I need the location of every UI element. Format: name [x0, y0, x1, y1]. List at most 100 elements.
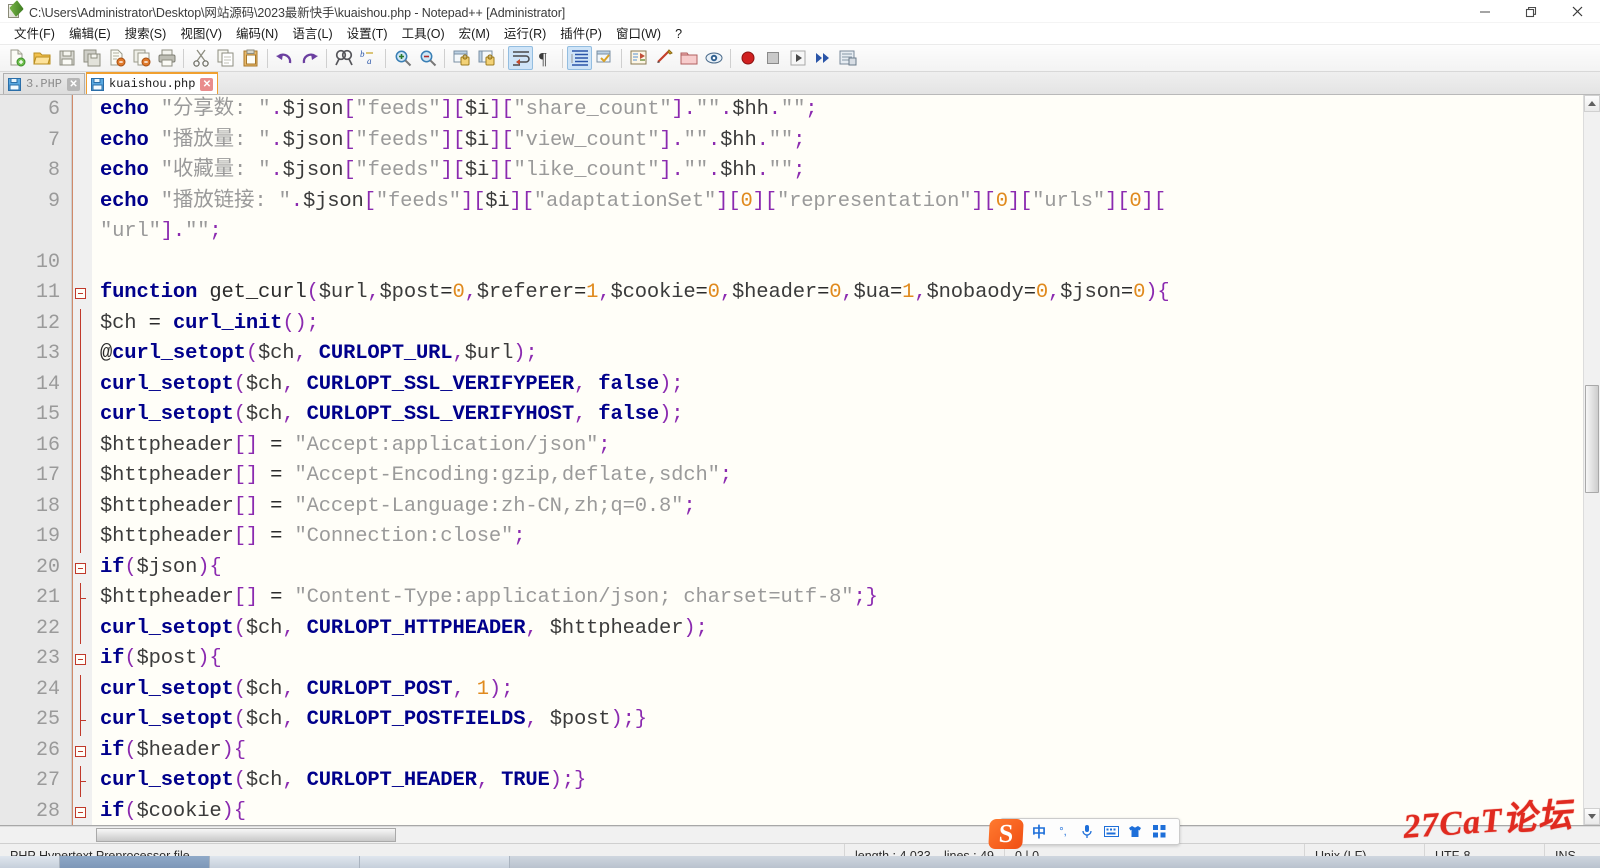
- code-text-area[interactable]: echo "分享数: ".$json["feeds"][$i]["share_c…: [92, 95, 1600, 825]
- soft-keyboard-icon[interactable]: [1099, 820, 1123, 844]
- fold-marker[interactable]: [72, 553, 92, 584]
- monitoring-icon[interactable]: [701, 46, 726, 70]
- paste-icon[interactable]: [238, 46, 263, 70]
- menu-item-f[interactable]: 文件(F): [7, 24, 62, 44]
- new-file-icon[interactable]: [4, 46, 29, 70]
- editor-area[interactable]: 6 7 8 9 10 11 12 13 14 15 16 17 18 19 20 21 22 23 24 25 26 27…: [0, 95, 1600, 826]
- code-line[interactable]: [92, 248, 1600, 279]
- code-line[interactable]: echo "分享数: ".$json["feeds"][$i]["share_c…: [92, 95, 1600, 126]
- maximize-icon[interactable]: [1508, 0, 1554, 23]
- code-line[interactable]: echo "播放量: ".$json["feeds"][$i]["view_co…: [92, 126, 1600, 157]
- open-file-icon[interactable]: [29, 46, 54, 70]
- code-line[interactable]: $httpheader[] = "Connection:close";: [92, 522, 1600, 553]
- find-icon[interactable]: [331, 46, 356, 70]
- horizontal-scrollbar[interactable]: [0, 827, 1600, 843]
- close-tab-icon[interactable]: ✕: [200, 77, 214, 91]
- zoom-in-icon[interactable]: [390, 46, 415, 70]
- menu-item-l[interactable]: 语言(L): [285, 24, 339, 44]
- menu-item-r[interactable]: 运行(R): [497, 24, 553, 44]
- fold-collapse-icon[interactable]: [75, 745, 86, 757]
- skin-icon[interactable]: [1123, 820, 1147, 844]
- sync-vertical-icon[interactable]: [449, 46, 474, 70]
- menu-item-e[interactable]: 编辑(E): [62, 24, 118, 44]
- menu-item-o[interactable]: 工具(O): [395, 24, 452, 44]
- menu-item-p[interactable]: 插件(P): [553, 24, 609, 44]
- stop-macro-icon[interactable]: [760, 46, 785, 70]
- code-line[interactable]: curl_setopt($ch, CURLOPT_HTTPHEADER, $ht…: [92, 614, 1600, 645]
- menu-item-t[interactable]: 设置(T): [340, 24, 395, 44]
- code-line[interactable]: function get_curl($url,$post=0,$referer=…: [92, 278, 1600, 309]
- code-line[interactable]: curl_setopt($ch, CURLOPT_POST, 1);: [92, 675, 1600, 706]
- menu-item-w[interactable]: 窗口(W): [609, 24, 668, 44]
- code-line[interactable]: echo "播放链接: ".$json["feeds"][$i]["adapta…: [92, 187, 1600, 218]
- fold-marker[interactable]: [72, 736, 92, 767]
- ui-preference-icon[interactable]: [592, 46, 617, 70]
- fold-marker[interactable]: [72, 644, 92, 675]
- play-macro-icon[interactable]: [785, 46, 810, 70]
- print-icon[interactable]: [154, 46, 179, 70]
- close-all-icon[interactable]: [129, 46, 154, 70]
- windows-taskbar[interactable]: [0, 856, 1600, 868]
- code-line[interactable]: curl_setopt($ch, CURLOPT_SSL_VERIFYHOST,…: [92, 400, 1600, 431]
- menu-item-s[interactable]: 搜索(S): [118, 24, 174, 44]
- tab-active[interactable]: kuaishou.php ✕: [86, 72, 219, 94]
- save-icon[interactable]: [54, 46, 79, 70]
- word-wrap-icon[interactable]: [508, 46, 533, 70]
- code-line[interactable]: $httpheader[] = "Accept-Language:zh-CN,z…: [92, 492, 1600, 523]
- fold-margin[interactable]: [72, 95, 92, 825]
- code-line[interactable]: curl_setopt($ch, CURLOPT_HEADER, TRUE);}: [92, 766, 1600, 797]
- fold-marker[interactable]: [72, 278, 92, 309]
- save-all-icon[interactable]: [79, 46, 104, 70]
- horizontal-scroll-thumb[interactable]: [96, 828, 396, 842]
- vertical-scrollbar[interactable]: [1583, 95, 1600, 825]
- scroll-up-arrow-icon[interactable]: [1584, 95, 1600, 112]
- menu-item-v[interactable]: 视图(V): [173, 24, 229, 44]
- code-line[interactable]: @curl_setopt($ch, CURLOPT_URL,$url);: [92, 339, 1600, 370]
- code-line[interactable]: if($json){: [92, 553, 1600, 584]
- menu-item-n[interactable]: 编码(N): [229, 24, 285, 44]
- undo-icon[interactable]: [272, 46, 297, 70]
- scroll-down-arrow-icon[interactable]: [1584, 808, 1600, 825]
- copy-icon[interactable]: [213, 46, 238, 70]
- code-line[interactable]: curl_setopt($ch, CURLOPT_POSTFIELDS, $po…: [92, 705, 1600, 736]
- chinese-mode-icon[interactable]: 中: [1027, 820, 1051, 844]
- zoom-out-icon[interactable]: [415, 46, 440, 70]
- fold-marker[interactable]: [72, 797, 92, 826]
- menu-item-m[interactable]: 宏(M): [452, 24, 497, 44]
- code-line[interactable]: if($post){: [92, 644, 1600, 675]
- fold-collapse-icon[interactable]: [75, 562, 86, 574]
- code-line[interactable]: $httpheader[] = "Accept:application/json…: [92, 431, 1600, 462]
- code-line[interactable]: $httpheader[] = "Accept-Encoding:gzip,de…: [92, 461, 1600, 492]
- fold-collapse-icon[interactable]: [75, 288, 86, 299]
- sogou-pinyin-logo-icon[interactable]: S: [988, 819, 1024, 849]
- close-file-icon[interactable]: [104, 46, 129, 70]
- folder-workspace-icon[interactable]: [676, 46, 701, 70]
- code-line[interactable]: if($cookie){: [92, 797, 1600, 826]
- minimize-icon[interactable]: [1462, 0, 1508, 23]
- ime-toolbar[interactable]: S 中 °,: [988, 818, 1180, 849]
- close-icon[interactable]: [1554, 0, 1600, 23]
- fold-collapse-icon[interactable]: [75, 806, 86, 818]
- vertical-scroll-thumb[interactable]: [1585, 385, 1599, 493]
- replace-icon[interactable]: ba: [356, 46, 381, 70]
- voice-input-icon[interactable]: [1075, 820, 1099, 844]
- code-line-wrapped[interactable]: "url"]."";: [92, 217, 1600, 248]
- code-line[interactable]: $httpheader[] = "Content-Type:applicatio…: [92, 583, 1600, 614]
- save-macro-icon[interactable]: [835, 46, 860, 70]
- code-line[interactable]: echo "收藏量: ".$json["feeds"][$i]["like_co…: [92, 156, 1600, 187]
- sync-horizontal-icon[interactable]: [474, 46, 499, 70]
- cut-icon[interactable]: [188, 46, 213, 70]
- menu-item-help[interactable]: ?: [668, 24, 689, 44]
- close-tab-icon[interactable]: ✕: [67, 77, 81, 91]
- record-macro-icon[interactable]: [735, 46, 760, 70]
- play-multiple-icon[interactable]: [810, 46, 835, 70]
- code-line[interactable]: $ch = curl_init();: [92, 309, 1600, 340]
- show-all-chars-icon[interactable]: ¶: [533, 46, 558, 70]
- show-document-map-icon[interactable]: [626, 46, 651, 70]
- punctuation-mode-icon[interactable]: °,: [1051, 820, 1075, 844]
- function-list-icon[interactable]: [651, 46, 676, 70]
- code-line[interactable]: curl_setopt($ch, CURLOPT_SSL_VERIFYPEER,…: [92, 370, 1600, 401]
- code-line[interactable]: if($header){: [92, 736, 1600, 767]
- toolbox-icon[interactable]: [1147, 820, 1171, 844]
- tab-inactive[interactable]: 3.PHP ✕: [3, 73, 86, 94]
